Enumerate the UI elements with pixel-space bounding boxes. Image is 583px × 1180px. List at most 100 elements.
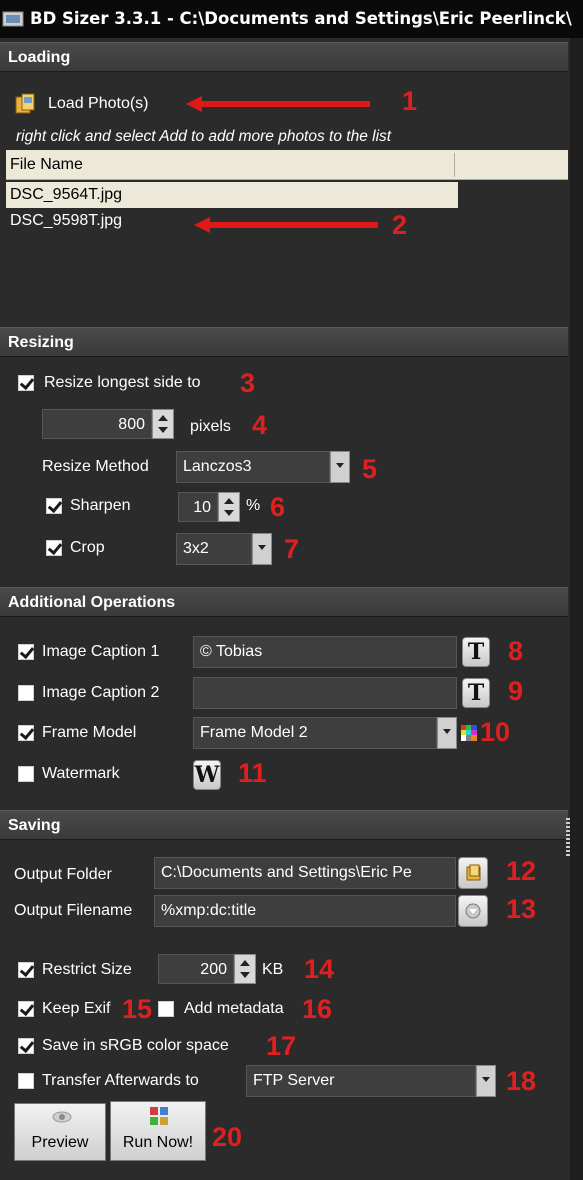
caption1-checkbox[interactable] (18, 644, 34, 660)
column-file-name[interactable]: File Name (10, 156, 83, 173)
watermark-button[interactable]: W (193, 760, 221, 790)
transfer-select[interactable]: FTP Server (246, 1065, 476, 1097)
annotation-10: 10 (480, 717, 511, 747)
restrict-size-stepper[interactable] (234, 954, 256, 984)
keep-exif-checkbox[interactable] (18, 1001, 34, 1017)
frame-select[interactable]: Frame Model 2 (193, 717, 437, 749)
chevron-down-icon[interactable] (330, 451, 350, 483)
sharpen-unit: % (246, 497, 261, 514)
annotation-17: 17 (266, 1031, 297, 1061)
annotation-12: 12 (506, 856, 537, 886)
watermark-label: Watermark (42, 765, 120, 782)
section-header-resizing[interactable]: Resizing (0, 327, 568, 357)
annotation-15: 15 (122, 994, 153, 1024)
resize-checkbox[interactable] (18, 375, 34, 391)
annotation-4: 4 (252, 410, 268, 440)
add-metadata-label: Add metadata (184, 1000, 284, 1017)
size-stepper[interactable] (152, 409, 174, 439)
annotation-14: 14 (304, 954, 335, 984)
output-folder-label: Output Folder (14, 866, 112, 883)
run-now-button-label: Run Now! (122, 1134, 194, 1151)
transfer-checkbox[interactable] (18, 1073, 34, 1089)
caption1-text-button[interactable]: T (462, 637, 490, 667)
run-now-button[interactable]: Run Now! (110, 1101, 206, 1161)
transfer-label: Transfer Afterwards to (42, 1072, 199, 1089)
srgb-checkbox[interactable] (18, 1038, 34, 1054)
section-header-additional[interactable]: Additional Operations (0, 587, 568, 617)
caption2-label: Image Caption 2 (42, 684, 160, 701)
keep-exif-label: Keep Exif (42, 1000, 111, 1017)
annotation-7: 7 (284, 534, 300, 564)
load-photos-button[interactable]: Load Photo(s) (48, 95, 149, 113)
window-edge (570, 0, 583, 1180)
chevron-down-icon[interactable] (476, 1065, 496, 1097)
folder-photo-icon[interactable] (14, 92, 38, 116)
frame-label: Frame Model (42, 724, 137, 741)
restrict-size-label: Restrict Size (42, 961, 132, 978)
run-icon (150, 1107, 168, 1125)
panel-resize-grip[interactable] (566, 818, 570, 858)
restrict-size-input[interactable]: 200 (158, 954, 234, 984)
section-header-loading[interactable]: Loading (0, 42, 568, 72)
annotation-arrow-1 (186, 96, 370, 112)
filename-picker-button[interactable] (458, 895, 488, 927)
preview-button[interactable]: Preview (14, 1103, 106, 1161)
annotation-8: 8 (508, 636, 524, 666)
preview-button-label: Preview (31, 1134, 89, 1151)
size-input[interactable]: 800 (42, 409, 152, 439)
annotation-9: 9 (508, 676, 524, 706)
file-list-header[interactable]: File Name (6, 150, 568, 180)
color-grid-icon[interactable] (461, 725, 477, 741)
annotation-18: 18 (506, 1066, 537, 1096)
eye-icon (52, 1111, 72, 1123)
sharpen-stepper[interactable] (218, 492, 240, 522)
annotation-13: 13 (506, 894, 537, 924)
annotation-11: 11 (238, 758, 267, 788)
file-list-item[interactable]: DSC_9598T.jpg (10, 212, 122, 230)
output-folder-input[interactable]: C:\Documents and Settings\Eric Pe (154, 857, 456, 889)
annotation-3: 3 (240, 368, 256, 398)
annotation-20: 20 (212, 1122, 243, 1152)
resize-method-select[interactable]: Lanczos3 (176, 451, 330, 483)
watermark-checkbox[interactable] (18, 766, 34, 782)
annotation-1: 1 (402, 86, 418, 116)
caption1-input[interactable]: © Tobias (193, 636, 457, 668)
annotation-5: 5 (362, 454, 378, 484)
chevron-down-icon[interactable] (252, 533, 272, 565)
caption2-text-button[interactable]: T (462, 678, 490, 708)
sharpen-input[interactable]: 10 (178, 492, 218, 522)
crop-label: Crop (70, 539, 105, 556)
column-separator[interactable] (454, 153, 455, 177)
caption2-checkbox[interactable] (18, 685, 34, 701)
folder-icon (466, 864, 481, 881)
caption2-input[interactable] (193, 677, 457, 709)
sharpen-checkbox[interactable] (46, 498, 62, 514)
annotation-6: 6 (270, 492, 286, 522)
restrict-size-unit: KB (262, 961, 284, 978)
title-bar: BD Sizer 3.3.1 - C:\Documents and Settin… (0, 0, 583, 38)
srgb-label: Save in sRGB color space (42, 1037, 229, 1054)
output-filename-label: Output Filename (14, 902, 133, 919)
sharpen-label: Sharpen (70, 497, 131, 514)
annotation-16: 16 (302, 994, 333, 1024)
section-header-saving[interactable]: Saving (0, 810, 568, 840)
caption1-label: Image Caption 1 (42, 643, 160, 660)
crop-checkbox[interactable] (46, 540, 62, 556)
annotation-arrow-2 (194, 217, 378, 233)
resize-label: Resize longest side to (44, 374, 201, 391)
output-filename-input[interactable]: %xmp:dc:title (154, 895, 456, 927)
app-icon (2, 11, 24, 27)
frame-checkbox[interactable] (18, 725, 34, 741)
resize-method-label: Resize Method (42, 458, 149, 475)
chevron-down-icon[interactable] (437, 717, 457, 749)
restrict-size-checkbox[interactable] (18, 962, 34, 978)
crop-select[interactable]: 3x2 (176, 533, 252, 565)
window-title: BD Sizer 3.3.1 - C:\Documents and Settin… (30, 9, 572, 28)
browse-folder-button[interactable] (458, 857, 488, 889)
add-metadata-checkbox[interactable] (158, 1001, 174, 1017)
size-unit: pixels (190, 418, 231, 435)
file-list-item[interactable]: DSC_9564T.jpg (6, 182, 458, 208)
annotation-2: 2 (392, 210, 408, 240)
circle-arrow-icon (465, 903, 481, 919)
load-hint: right click and select Add to add more p… (16, 128, 392, 145)
